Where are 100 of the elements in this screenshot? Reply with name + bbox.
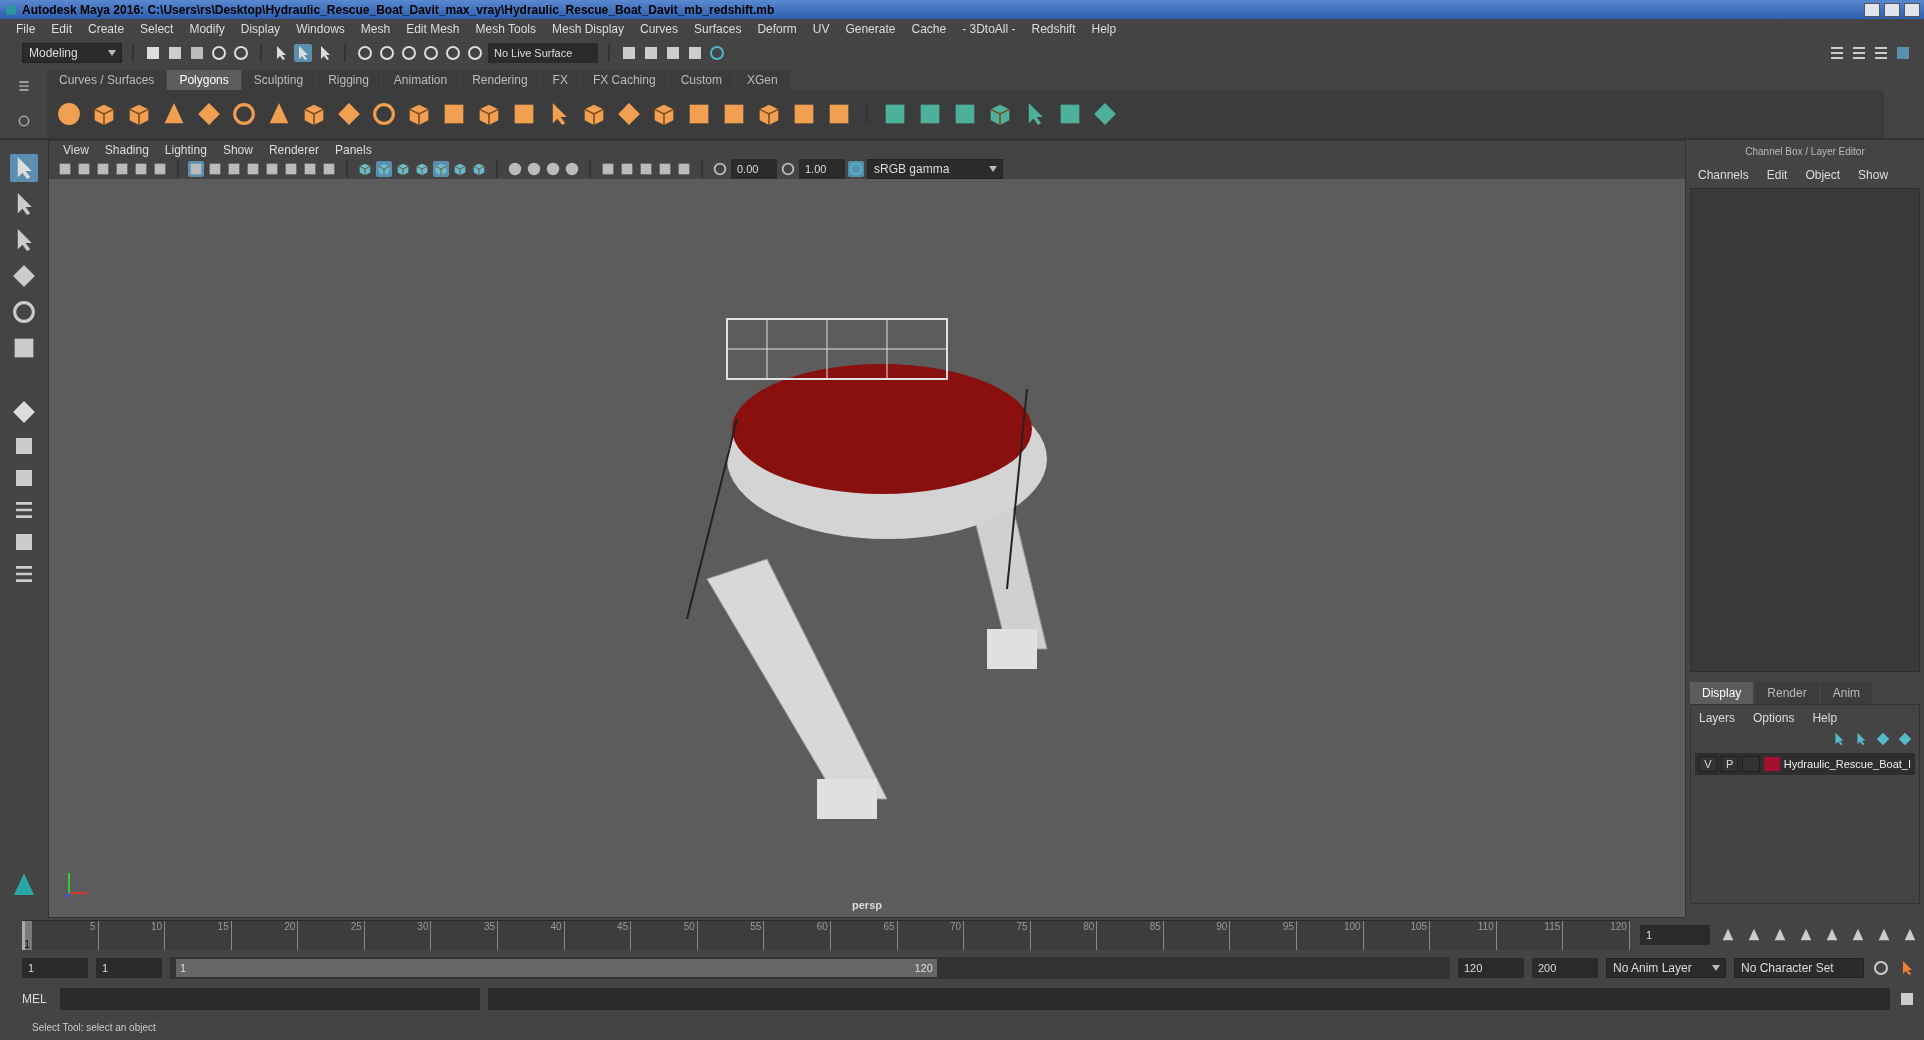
menu-item[interactable]: Layers [1699,711,1736,725]
maya-logo-icon [4,2,18,17]
menu-item[interactable]: - 3DtoAll - [954,21,1024,36]
menu-item[interactable]: Mesh [352,21,399,36]
menu-item[interactable]: Modify [181,21,233,36]
shelf-tab[interactable]: FX Caching [580,70,668,90]
frame-tick-label: 5 [32,921,99,950]
shelf-tab[interactable]: FX [540,70,580,90]
live-surface-field[interactable]: No Live Surface [488,43,598,63]
sphere-icon[interactable] [564,161,580,177]
close-button[interactable] [1904,2,1920,17]
anim-layer-dropdown[interactable]: No Anim Layer [1606,958,1726,978]
sphere-icon[interactable] [507,161,523,177]
caret-icon [1711,964,1721,972]
menu-item[interactable]: Windows [288,21,353,36]
menu-item[interactable]: Show [1858,168,1889,182]
menu-item[interactable]: Mesh Tools [467,21,544,36]
menu-item[interactable]: Object [1805,168,1841,182]
menu-item[interactable]: Panels [326,143,380,157]
menu-item[interactable]: Generate [837,21,904,36]
menu-item[interactable]: Edit [43,21,81,36]
frame-tick-label: 10 [98,921,166,950]
frame-tick-label: 65 [830,921,898,950]
menu-item[interactable]: Edit [1766,168,1788,182]
shelf-tab[interactable]: Curves / Surfaces [47,70,167,90]
frame-tick-label: 95 [1230,921,1297,950]
menu-item[interactable]: Renderer [260,143,327,157]
layer-color-swatch[interactable] [1764,757,1780,771]
shelf-tab[interactable]: Sculpting [241,70,316,90]
range-slider[interactable]: 1 120 [176,959,937,977]
menu-item[interactable]: Display [232,21,289,36]
frame-tick-label: 15 [165,921,232,950]
frame-tick-label: 60 [764,921,831,950]
frame-tick-label: 70 [897,921,965,950]
exposure-field[interactable]: 0.00 [731,159,777,179]
select-object-icon[interactable] [294,44,312,62]
frame-tick-label: 85 [1097,921,1164,950]
menu-item[interactable]: Cache [903,21,955,36]
menu-item[interactable]: Redshift [1023,21,1084,36]
shelf-tab[interactable]: Animation [381,70,460,90]
caret-icon [988,165,998,173]
shelf-tab[interactable]: XGen [734,70,790,90]
camera-label: persp [852,899,882,911]
layer-row[interactable]: V P Hydraulic_Rescue_Boat_I [1695,753,1915,775]
layer-editor-tab[interactable]: Anim [1820,682,1873,704]
menu-item[interactable]: File [8,21,44,36]
menu-item[interactable]: Help [1083,21,1125,36]
frame-tick-label: 100 [1297,921,1364,950]
menu-item[interactable]: Lighting [156,143,215,157]
menu-icon[interactable] [16,78,31,93]
visibility-toggle[interactable]: V [1699,756,1717,772]
layer-name: Hydraulic_Rescue_Boat_I [1783,758,1911,770]
menu-item[interactable]: Options [1753,711,1795,725]
command-language-label[interactable]: MEL [22,992,52,1006]
select-tool-icon[interactable] [10,154,38,182]
frame-tick-label: 115 [1496,921,1564,950]
menu-item[interactable]: Help [1812,711,1838,725]
sphere-icon[interactable] [526,161,542,177]
sphere-icon[interactable] [55,100,83,128]
frame-tick-label: 45 [564,921,632,950]
sphere-icon[interactable] [545,161,561,177]
frame-tick-label: 75 [964,921,1031,950]
shelf-tab[interactable]: Custom [668,70,734,90]
start-frame-field[interactable]: 1 [22,958,88,978]
character-set-dropdown[interactable]: No Character Set [1734,958,1864,978]
end-frame-field[interactable]: 200 [1532,958,1598,978]
menu-item[interactable]: Select [132,21,182,36]
layer-editor-tab[interactable]: Display [1690,682,1754,704]
menu-item[interactable]: UV [804,21,838,36]
help-line: Select Tool: select an object [32,1021,156,1033]
frame-tick-label: 90 [1163,921,1231,950]
frame-tick-label: 105 [1363,921,1431,950]
menu-item[interactable]: Show [214,143,261,157]
playback-start-field[interactable]: 1 [96,958,162,978]
menu-item[interactable]: Deform [749,21,805,36]
gamma-field[interactable]: 1.00 [799,159,845,179]
menu-item[interactable]: Create [80,21,133,36]
minimize-button[interactable] [1864,2,1880,17]
current-frame-field[interactable]: 1 [1640,925,1710,945]
frame-tick-label: 20 [231,921,299,950]
menu-item[interactable]: Shading [96,143,157,157]
shelf-tab[interactable]: Rendering [460,70,540,90]
mode-dropdown[interactable]: Modeling [22,43,122,63]
playback-toggle[interactable]: P [1720,756,1739,772]
shelf-tab[interactable]: Rigging [316,70,381,90]
maximize-button[interactable] [1884,2,1900,17]
time-slider[interactable]: 1 5 10 15 20 25 30 35 40 45 50 55 60 65 70 75 80 85 90 95 100 105 110 115 120 [22,920,1630,950]
menu-item[interactable]: Curves [632,21,687,36]
color-space-dropdown[interactable]: sRGB gamma [867,159,1003,179]
command-input[interactable] [60,988,481,1010]
menu-item[interactable]: Channels [1698,168,1749,182]
menu-item[interactable]: Edit Mesh [398,21,468,36]
menu-item[interactable]: View [55,143,97,157]
playback-end-field[interactable]: 120 [1458,958,1524,978]
menu-item[interactable]: Surfaces [686,21,750,36]
frame-start-label: 1 [22,921,32,950]
layer-editor-tab[interactable]: Render [1755,682,1819,704]
frame-tick-label: 50 [631,921,698,950]
menu-item[interactable]: Mesh Display [544,21,633,36]
shelf-tab[interactable]: Polygons [167,70,241,90]
